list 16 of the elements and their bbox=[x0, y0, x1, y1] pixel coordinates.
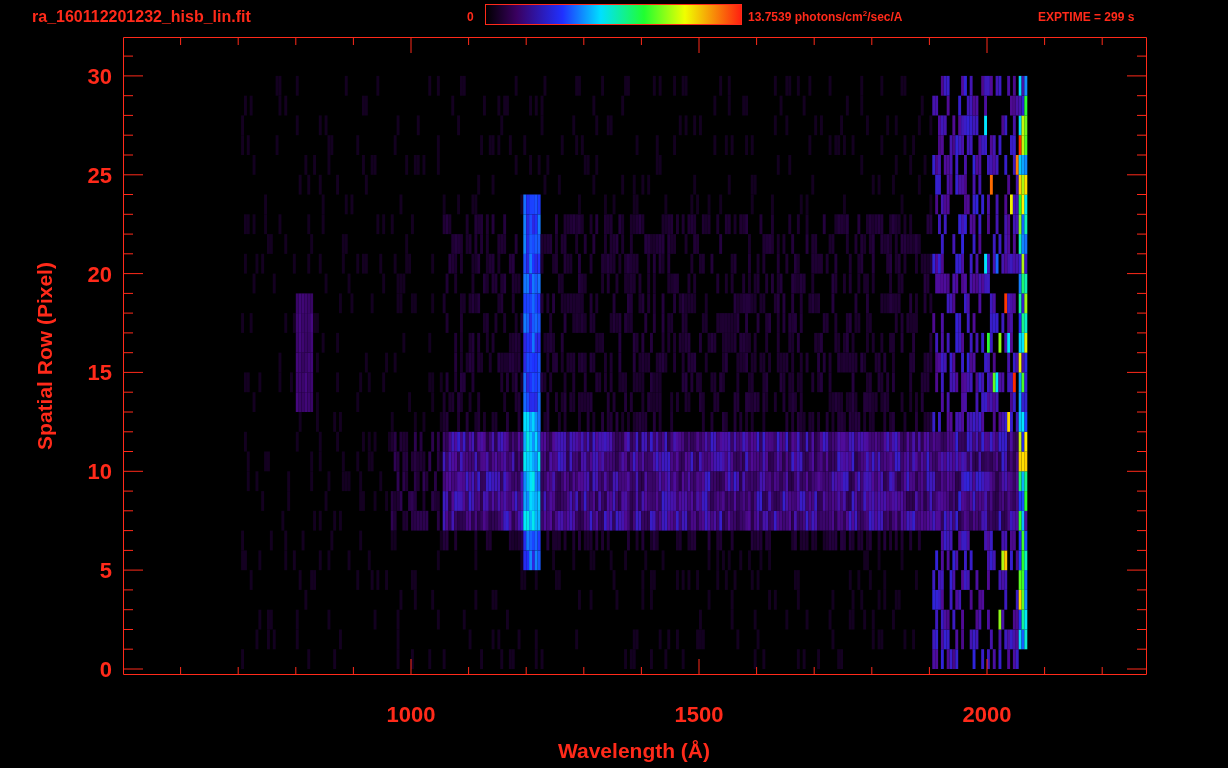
exposure-time: EXPTIME = 299 s bbox=[1038, 9, 1135, 24]
x-tick-label: 2000 bbox=[962, 702, 1012, 727]
colorbar-max-label: 13.7539 photons/cm$^{2}$/sec/A bbox=[748, 9, 904, 24]
x-tick-label: 1500 bbox=[674, 702, 724, 727]
colorbar-min-label: 0 bbox=[467, 9, 475, 24]
y-tick-label: 20 bbox=[87, 261, 112, 287]
y-tick-label: 15 bbox=[87, 360, 112, 386]
x-tick-label: 1000 bbox=[386, 702, 436, 727]
y-tick-label: 10 bbox=[87, 459, 112, 485]
y-tick-label: 30 bbox=[87, 63, 112, 89]
y-axis-title: Spatial Row (Pixel) bbox=[33, 262, 56, 450]
x-axis-title: Wavelength (Å) bbox=[557, 739, 711, 762]
file-name: ra_160112201232_hisb_lin.fit bbox=[32, 7, 252, 26]
y-tick-label: 5 bbox=[99, 558, 112, 584]
y-tick-label: 0 bbox=[99, 657, 112, 682]
y-tick-label: 25 bbox=[87, 162, 112, 188]
